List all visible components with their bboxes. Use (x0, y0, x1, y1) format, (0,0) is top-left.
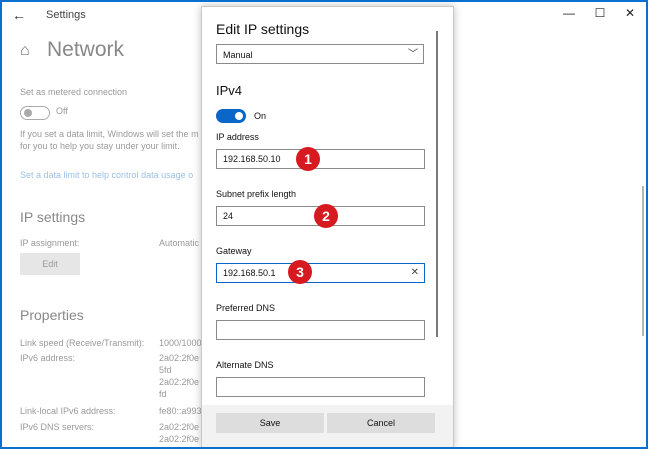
metered-toggle[interactable] (20, 106, 50, 120)
prop-value: 5fd (159, 365, 172, 375)
close-icon[interactable]: ✕ (615, 6, 645, 20)
ip-settings-header: IP settings (20, 209, 86, 225)
dialog-title: Edit IP settings (216, 21, 310, 37)
step-badge-2: 2 (314, 204, 338, 228)
ip-address-input[interactable]: 192.168.50.10 (216, 149, 425, 169)
step-badge-1: 1 (296, 147, 320, 171)
back-arrow-icon[interactable]: ← (12, 7, 26, 23)
prop-value: 2a02:2f0e (159, 353, 200, 363)
ip-address-value: 192.168.50.10 (223, 154, 281, 164)
alternate-dns-input[interactable] (216, 377, 425, 397)
prop-value: 2a02:2f0e (159, 377, 200, 387)
chevron-down-icon: ﹀ (408, 49, 418, 60)
ipv4-header: IPv4 (216, 83, 243, 98)
prop-label: IPv6 DNS servers: (20, 422, 95, 432)
window-title: Settings (46, 9, 86, 21)
preferred-dns-input[interactable] (216, 320, 425, 340)
subnet-prefix-label: Subnet prefix length (216, 189, 297, 199)
ip-address-label: IP address (216, 132, 259, 142)
gateway-input[interactable]: 192.168.50.1 ✕ (216, 263, 425, 283)
edit-button[interactable]: Edit (20, 253, 80, 275)
minimize-icon[interactable]: — (554, 6, 584, 20)
save-button[interactable]: Save (216, 413, 324, 433)
ipv4-toggle-state: On (254, 111, 267, 121)
clear-icon[interactable]: ✕ (411, 264, 419, 282)
ip-mode-value: Manual (223, 50, 253, 60)
gateway-value: 192.168.50.1 (223, 268, 276, 278)
limit-text-line2: for you to help you stay under your limi… (20, 141, 180, 151)
dialog-scrollbar[interactable] (436, 31, 438, 337)
subnet-prefix-value: 24 (223, 211, 234, 221)
preferred-dns-label: Preferred DNS (216, 303, 276, 313)
limit-text-line1: If you set a data limit, Windows will se… (20, 129, 199, 139)
prop-label: Link speed (Receive/Transmit): (20, 338, 145, 348)
ip-assignment-label: IP assignment: (20, 238, 80, 248)
ipv4-toggle[interactable] (216, 109, 246, 123)
gateway-label: Gateway (216, 246, 252, 256)
prop-value: fe80::a993 (159, 406, 202, 416)
prop-value: 2a02:2f0e (159, 434, 200, 444)
step-badge-3: 3 (288, 260, 312, 284)
maximize-icon[interactable]: ☐ (585, 6, 615, 20)
metered-label: Set as metered connection (20, 87, 128, 97)
prop-label: Link-local IPv6 address: (20, 406, 116, 416)
cancel-button[interactable]: Cancel (327, 413, 435, 433)
properties-header: Properties (20, 307, 84, 323)
prop-value: 2a02:2f0e (159, 422, 200, 432)
alternate-dns-label: Alternate DNS (216, 360, 274, 370)
metered-toggle-state: Off (56, 106, 68, 116)
prop-value: fd (159, 389, 167, 399)
prop-label: IPv6 address: (20, 353, 76, 363)
page-scrollbar[interactable] (642, 186, 644, 336)
ip-assignment-value: Automatic (159, 238, 200, 248)
prop-value: 1000/1000 (159, 338, 202, 348)
page-title: Network (47, 38, 125, 61)
settings-window: ← Settings — ☐ ✕ ⌂ Network Set as metere… (2, 2, 646, 447)
data-limit-link[interactable]: Set a data limit to help control data us… (20, 170, 193, 180)
edit-ip-dialog: Edit IP settings Manual ﹀ IPv4 On IP add… (201, 6, 454, 447)
ip-mode-select[interactable]: Manual ﹀ (216, 44, 424, 64)
home-icon[interactable]: ⌂ (20, 42, 30, 60)
